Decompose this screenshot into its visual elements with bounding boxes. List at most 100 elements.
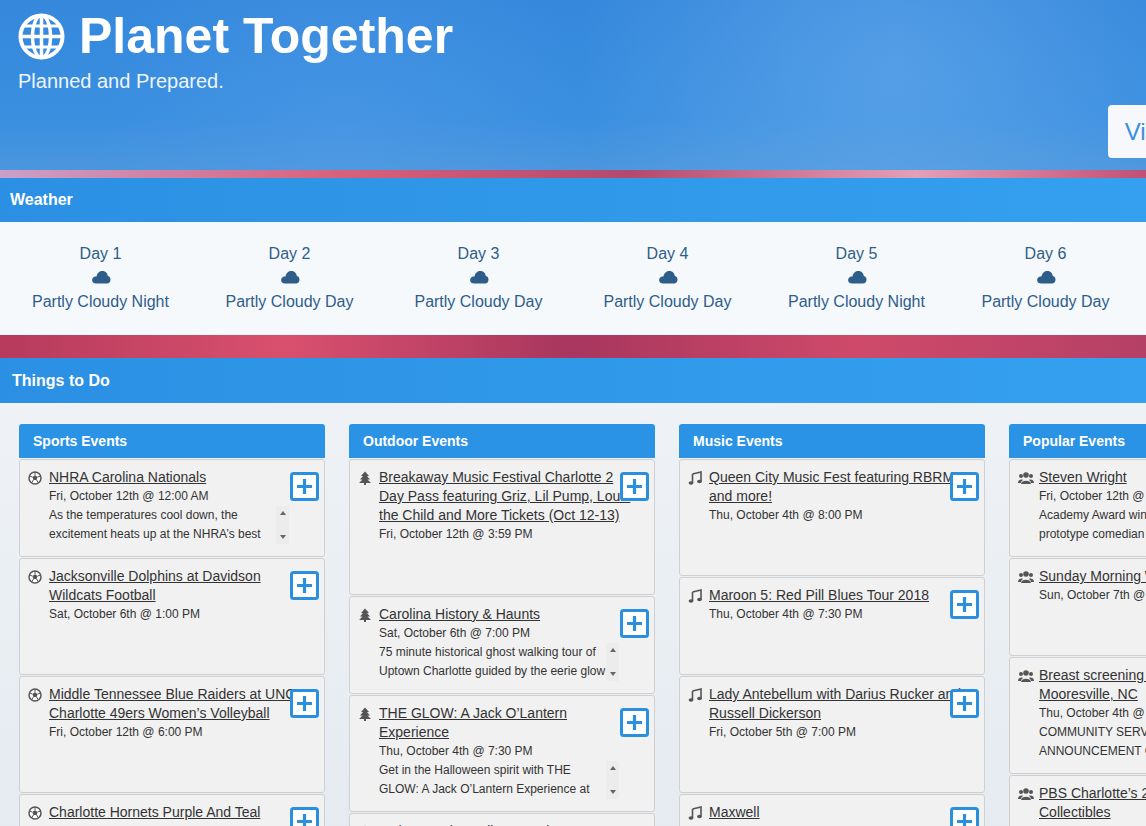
event-title[interactable]: Russell Dickerson	[709, 704, 949, 723]
event-description[interactable]: Academy Award winnprototype comedian f	[1039, 506, 1146, 544]
event-body: Breakaway Music Festival Charlotte 2Day …	[379, 468, 619, 582]
event-title[interactable]: 25th Annual Carolina Renaissance	[379, 822, 619, 826]
music-note-icon	[688, 589, 704, 603]
column-header: Popular Events	[1009, 424, 1146, 458]
day-label: Day 2	[269, 244, 311, 264]
add-button[interactable]	[950, 472, 980, 502]
scrollbar[interactable]	[606, 643, 619, 681]
site-tagline: Planned and Prepared.	[18, 70, 1146, 92]
event-title[interactable]: Maxwell	[709, 803, 949, 822]
plus-icon	[950, 689, 980, 719]
day-label: Day 4	[647, 244, 689, 264]
event-title[interactable]: Day Pass featuring Griz, Lil Pump, Louis	[379, 487, 619, 506]
event-description[interactable]: COMMUNITY SERVIANNOUNCEMENT C	[1039, 723, 1146, 761]
add-button[interactable]	[290, 472, 320, 502]
people-icon	[1018, 669, 1034, 683]
event-card: 25th Annual Carolina Renaissance	[349, 813, 655, 826]
event-title[interactable]: and more!	[709, 487, 949, 506]
event-title[interactable]: Collectibles	[1039, 803, 1146, 822]
ball-icon	[28, 688, 44, 702]
add-button[interactable]	[950, 590, 980, 620]
event-title[interactable]: the Child and More Tickets (Oct 12-13)	[379, 506, 619, 525]
event-title[interactable]: Carolina History & Haunts	[379, 605, 619, 624]
cloud-icon	[847, 270, 867, 284]
add-button[interactable]	[950, 689, 980, 719]
event-title[interactable]: Breakaway Music Festival Charlotte 2	[379, 468, 619, 487]
weather-condition: Partly Cloudy Night	[788, 292, 925, 312]
scrollbar[interactable]	[276, 506, 289, 544]
tree-icon	[358, 707, 374, 721]
event-card: Maroon 5: Red Pill Blues Tour 2018Thu, O…	[679, 577, 985, 675]
event-title[interactable]: PBS Charlotte’s 2n	[1039, 784, 1146, 803]
scroll-up-icon[interactable]	[280, 511, 286, 515]
event-title[interactable]: Jacksonville Dolphins at Davidson	[49, 567, 289, 586]
scroll-down-icon[interactable]	[280, 535, 286, 539]
event-title[interactable]: Middle Tennessee Blue Raiders at UNC	[49, 685, 289, 704]
event-title[interactable]: Breast screening T	[1039, 666, 1146, 685]
weather-condition: Partly Cloudy Day	[225, 292, 353, 312]
event-title[interactable]: Wildcats Football	[49, 586, 289, 605]
description-line: 75 minute historical ghost walking tour …	[379, 643, 606, 662]
event-card: PBS Charlotte’s 2nCollectibles	[1009, 775, 1146, 826]
event-card: Lady Antebellum with Darius Rucker andRu…	[679, 676, 985, 793]
icon-slot	[688, 468, 709, 487]
brand[interactable]: Planet Together	[18, 13, 1146, 60]
cloud-wrap	[91, 270, 111, 284]
event-description[interactable]: As the temperatures cool down, theexcite…	[49, 506, 289, 544]
event-title[interactable]: NHRA Carolina Nationals	[49, 468, 289, 487]
event-title[interactable]: Lady Antebellum with Darius Rucker and	[709, 685, 949, 704]
weather-bar: Weather	[0, 178, 1146, 222]
add-button[interactable]	[290, 689, 320, 719]
add-button[interactable]	[950, 807, 980, 826]
event-title[interactable]: Mooresville, NC	[1039, 685, 1146, 704]
event-title[interactable]: Charlotte 49ers Women’s Volleyball	[49, 704, 289, 723]
music-note-icon	[688, 471, 704, 485]
icon-slot	[358, 468, 379, 487]
add-button[interactable]	[620, 472, 650, 502]
icon-slot	[1018, 468, 1039, 487]
event-date: Thu, October 4th @ 7:30 PM	[709, 605, 949, 624]
plus-icon	[290, 571, 320, 601]
event-title[interactable]: Steven Wright	[1039, 468, 1146, 487]
event-title[interactable]: Experience	[379, 723, 619, 742]
event-card: Breast screening TMooresville, NCThu, Oc…	[1009, 657, 1146, 774]
icon-slot	[1018, 567, 1039, 586]
event-description[interactable]: 75 minute historical ghost walking tour …	[379, 643, 619, 681]
ball-icon	[28, 570, 44, 584]
event-title[interactable]: Sunday Morning W	[1039, 567, 1146, 586]
add-button[interactable]	[290, 571, 320, 601]
plus-icon	[290, 689, 320, 719]
description-text: As the temperatures cool down, theexcite…	[49, 506, 276, 544]
weather-condition: Partly Cloudy Day	[603, 292, 731, 312]
description-spacer	[379, 544, 619, 582]
event-title[interactable]: Maroon 5: Red Pill Blues Tour 2018	[709, 586, 949, 605]
things-bar: Things to Do	[0, 358, 1146, 403]
event-column: Music EventsQueen City Music Fest featur…	[679, 424, 985, 826]
description-spacer	[709, 742, 949, 780]
cloud-icon	[658, 270, 678, 284]
event-title[interactable]: Queen City Music Fest featuring RBRM	[709, 468, 949, 487]
scroll-up-icon[interactable]	[610, 766, 616, 770]
event-body: Charlotte Hornets Purple And Teal	[49, 803, 289, 826]
event-column: Popular EventsSteven WrightFri, October …	[1009, 424, 1146, 826]
event-title[interactable]: THE GLOW: A Jack O’Lantern	[379, 704, 619, 723]
site-title: Planet Together	[79, 13, 453, 60]
event-body: THE GLOW: A Jack O’LanternExperienceThu,…	[379, 704, 619, 799]
scroll-up-icon[interactable]	[610, 648, 616, 652]
plus-icon	[290, 807, 320, 826]
description-spacer	[709, 822, 949, 826]
event-card: Queen City Music Fest featuring RBRMand …	[679, 459, 985, 576]
scroll-down-icon[interactable]	[610, 790, 616, 794]
view-button[interactable]: Vie	[1108, 105, 1146, 158]
scroll-down-icon[interactable]	[610, 672, 616, 676]
cloud-icon	[91, 270, 111, 284]
add-button[interactable]	[620, 609, 650, 639]
weather-day: Day 5Partly Cloudy Night	[762, 244, 951, 335]
event-columns: Sports EventsNHRA Carolina NationalsFri,…	[0, 403, 1146, 826]
add-button[interactable]	[290, 807, 320, 826]
event-description[interactable]: Get in the Halloween spirit with THEGLOW…	[379, 761, 619, 799]
event-title[interactable]: Charlotte Hornets Purple And Teal	[49, 803, 289, 822]
add-button[interactable]	[620, 708, 650, 738]
weather-day: Day 2 Partly Cloudy Day	[195, 244, 384, 335]
scrollbar[interactable]	[606, 761, 619, 799]
